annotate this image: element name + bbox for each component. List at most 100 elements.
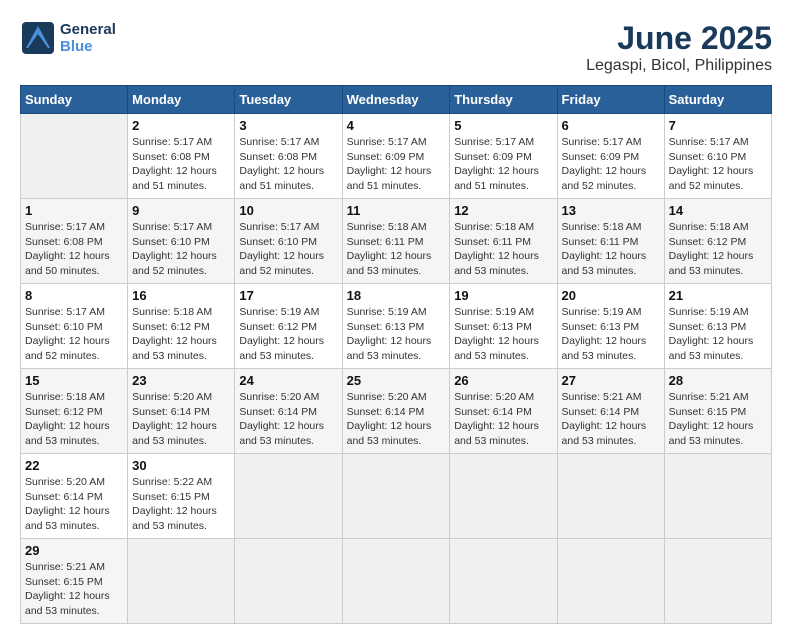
table-row: 17 Sunrise: 5:19 AM Sunset: 6:12 PM Dayli… — [235, 284, 342, 369]
table-row: 30Sunrise: 5:22 AM Sunset: 6:15 PM Dayli… — [128, 454, 235, 539]
logo: General Blue — [20, 20, 116, 56]
logo-line1: General — [60, 21, 116, 38]
day-number: 25 — [347, 373, 446, 388]
day-info: Sunrise: 5:17 AM Sunset: 6:09 PM Dayligh… — [347, 135, 446, 194]
table-row — [128, 539, 235, 624]
day-number: 9 — [132, 203, 230, 218]
day-info: Sunrise: 5:20 AM Sunset: 6:14 PM Dayligh… — [454, 390, 552, 449]
day-info: Sunrise: 5:21 AM Sunset: 6:15 PM Dayligh… — [669, 390, 767, 449]
logo-icon — [20, 20, 56, 56]
day-number: 11 — [347, 203, 446, 218]
location: Legaspi, Bicol, Philippines — [586, 57, 772, 75]
day-info: Sunrise: 5:18 AM Sunset: 6:11 PM Dayligh… — [347, 220, 446, 279]
table-row: 20Sunrise: 5:19 AM Sunset: 6:13 PM Dayli… — [557, 284, 664, 369]
day-number: 24 — [239, 373, 337, 388]
day-info: Sunrise: 5:21 AM Sunset: 6:15 PM Dayligh… — [25, 560, 123, 619]
day-number: 4 — [347, 118, 446, 133]
day-number: 29 — [25, 543, 123, 558]
calendar-table: Sunday Monday Tuesday Wednesday Thursday… — [20, 85, 772, 624]
day-info: Sunrise: 5:19 AM Sunset: 6:13 PM Dayligh… — [347, 305, 446, 364]
table-row: 14 Sunrise: 5:18 AM Sunset: 6:12 PM Dayli… — [664, 199, 771, 284]
table-row: 19 Sunrise: 5:19 AM Sunset: 6:13 PM Dayli… — [450, 284, 557, 369]
table-row — [664, 539, 771, 624]
day-number: 5 — [454, 118, 552, 133]
table-row: 18 Sunrise: 5:19 AM Sunset: 6:13 PM Dayli… — [342, 284, 450, 369]
table-row: 23Sunrise: 5:20 AM Sunset: 6:14 PM Dayli… — [128, 369, 235, 454]
day-number: 1 — [25, 203, 123, 218]
day-number: 13 — [562, 203, 660, 218]
day-info: Sunrise: 5:17 AM Sunset: 6:10 PM Dayligh… — [132, 220, 230, 279]
table-row: 24 Sunrise: 5:20 AM Sunset: 6:14 PM Dayli… — [235, 369, 342, 454]
table-row: 6Sunrise: 5:17 AM Sunset: 6:09 PM Daylig… — [557, 114, 664, 199]
day-info: Sunrise: 5:20 AM Sunset: 6:14 PM Dayligh… — [239, 390, 337, 449]
logo-line2: Blue — [60, 38, 116, 55]
table-row: 15Sunrise: 5:18 AM Sunset: 6:12 PM Dayli… — [21, 369, 128, 454]
table-row — [557, 539, 664, 624]
day-info: Sunrise: 5:18 AM Sunset: 6:11 PM Dayligh… — [454, 220, 552, 279]
day-number: 10 — [239, 203, 337, 218]
day-info: Sunrise: 5:19 AM Sunset: 6:13 PM Dayligh… — [669, 305, 767, 364]
col-tuesday: Tuesday — [235, 86, 342, 114]
day-number: 17 — [239, 288, 337, 303]
table-row: 29 Sunrise: 5:21 AM Sunset: 6:15 PM Dayli… — [21, 539, 128, 624]
day-number: 2 — [132, 118, 230, 133]
day-info: Sunrise: 5:20 AM Sunset: 6:14 PM Dayligh… — [25, 475, 123, 534]
table-row: 9 Sunrise: 5:17 AM Sunset: 6:10 PM Daylig… — [128, 199, 235, 284]
day-number: 26 — [454, 373, 552, 388]
table-row: 25 Sunrise: 5:20 AM Sunset: 6:14 PM Dayli… — [342, 369, 450, 454]
day-number: 7 — [669, 118, 767, 133]
calendar-week-row: 1 Sunrise: 5:17 AM Sunset: 6:08 PM Daylig… — [21, 199, 772, 284]
table-row — [235, 454, 342, 539]
table-row — [342, 454, 450, 539]
day-number: 19 — [454, 288, 552, 303]
table-row — [342, 539, 450, 624]
table-row: 22 Sunrise: 5:20 AM Sunset: 6:14 PM Dayli… — [21, 454, 128, 539]
table-row: 8 Sunrise: 5:17 AM Sunset: 6:10 PM Daylig… — [21, 284, 128, 369]
table-row — [664, 454, 771, 539]
day-number: 22 — [25, 458, 123, 473]
table-row: 27Sunrise: 5:21 AM Sunset: 6:14 PM Dayli… — [557, 369, 664, 454]
calendar-week-row: 29 Sunrise: 5:21 AM Sunset: 6:15 PM Dayli… — [21, 539, 772, 624]
table-row — [450, 454, 557, 539]
table-row — [235, 539, 342, 624]
col-monday: Monday — [128, 86, 235, 114]
day-number: 16 — [132, 288, 230, 303]
day-number: 3 — [239, 118, 337, 133]
day-info: Sunrise: 5:17 AM Sunset: 6:10 PM Dayligh… — [25, 305, 123, 364]
day-info: Sunrise: 5:17 AM Sunset: 6:10 PM Dayligh… — [669, 135, 767, 194]
day-number: 6 — [562, 118, 660, 133]
day-info: Sunrise: 5:19 AM Sunset: 6:13 PM Dayligh… — [454, 305, 552, 364]
table-row — [450, 539, 557, 624]
table-row: 21 Sunrise: 5:19 AM Sunset: 6:13 PM Dayli… — [664, 284, 771, 369]
table-row: 2Sunrise: 5:17 AM Sunset: 6:08 PM Daylig… — [128, 114, 235, 199]
calendar-week-row: 8 Sunrise: 5:17 AM Sunset: 6:10 PM Daylig… — [21, 284, 772, 369]
calendar-header-row: Sunday Monday Tuesday Wednesday Thursday… — [21, 86, 772, 114]
day-number: 18 — [347, 288, 446, 303]
table-row: 1 Sunrise: 5:17 AM Sunset: 6:08 PM Daylig… — [21, 199, 128, 284]
day-info: Sunrise: 5:19 AM Sunset: 6:12 PM Dayligh… — [239, 305, 337, 364]
day-info: Sunrise: 5:21 AM Sunset: 6:14 PM Dayligh… — [562, 390, 660, 449]
day-info: Sunrise: 5:17 AM Sunset: 6:08 PM Dayligh… — [25, 220, 123, 279]
table-row: 16 Sunrise: 5:18 AM Sunset: 6:12 PM Dayli… — [128, 284, 235, 369]
day-number: 28 — [669, 373, 767, 388]
day-info: Sunrise: 5:18 AM Sunset: 6:11 PM Dayligh… — [562, 220, 660, 279]
table-row: 7 Sunrise: 5:17 AM Sunset: 6:10 PM Daylig… — [664, 114, 771, 199]
day-number: 8 — [25, 288, 123, 303]
day-info: Sunrise: 5:19 AM Sunset: 6:13 PM Dayligh… — [562, 305, 660, 364]
day-info: Sunrise: 5:18 AM Sunset: 6:12 PM Dayligh… — [132, 305, 230, 364]
day-info: Sunrise: 5:20 AM Sunset: 6:14 PM Dayligh… — [347, 390, 446, 449]
day-number: 14 — [669, 203, 767, 218]
day-info: Sunrise: 5:17 AM Sunset: 6:09 PM Dayligh… — [454, 135, 552, 194]
day-info: Sunrise: 5:17 AM Sunset: 6:10 PM Dayligh… — [239, 220, 337, 279]
day-number: 23 — [132, 373, 230, 388]
day-info: Sunrise: 5:18 AM Sunset: 6:12 PM Dayligh… — [669, 220, 767, 279]
table-row: 3 Sunrise: 5:17 AM Sunset: 6:08 PM Daylig… — [235, 114, 342, 199]
table-row: 5 Sunrise: 5:17 AM Sunset: 6:09 PM Daylig… — [450, 114, 557, 199]
day-number: 21 — [669, 288, 767, 303]
day-info: Sunrise: 5:17 AM Sunset: 6:08 PM Dayligh… — [239, 135, 337, 194]
col-saturday: Saturday — [664, 86, 771, 114]
month-title: June 2025 — [586, 20, 772, 57]
calendar-week-row: 15Sunrise: 5:18 AM Sunset: 6:12 PM Dayli… — [21, 369, 772, 454]
title-block: June 2025 Legaspi, Bicol, Philippines — [586, 20, 772, 75]
table-row: 12Sunrise: 5:18 AM Sunset: 6:11 PM Dayli… — [450, 199, 557, 284]
